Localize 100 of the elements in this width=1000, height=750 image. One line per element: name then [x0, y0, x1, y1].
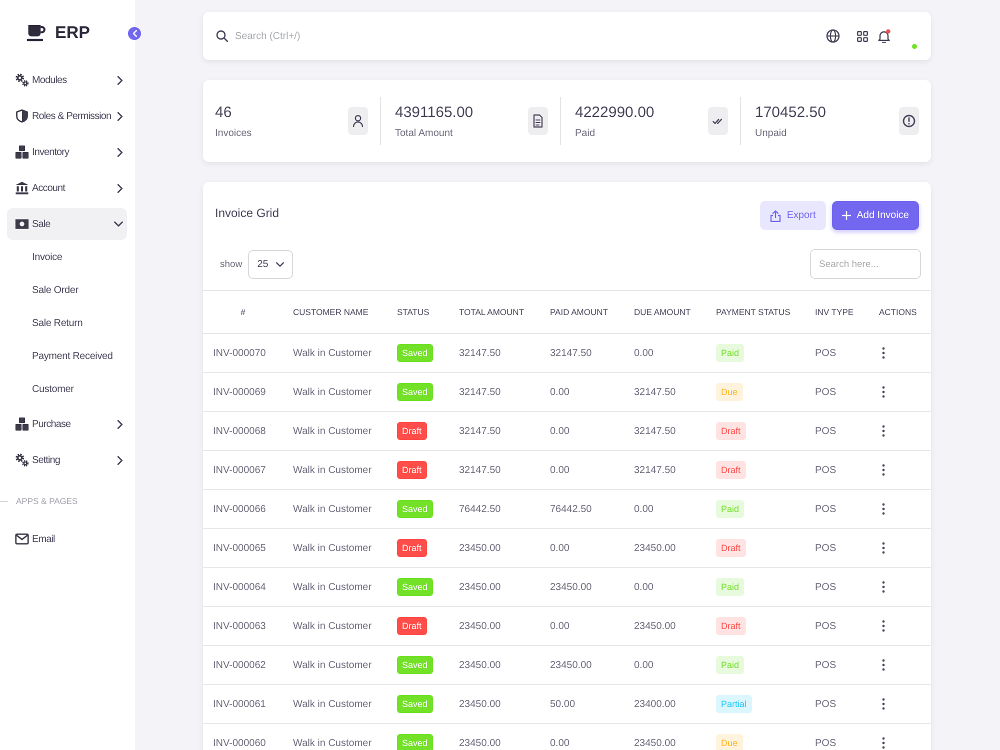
- sidebar-item[interactable]: Purchase: [7, 408, 127, 440]
- sidebar-item[interactable]: Setting: [7, 444, 127, 476]
- more-options-icon[interactable]: [882, 737, 885, 749]
- more-options-icon[interactable]: [882, 386, 885, 398]
- invoice-type: POS: [805, 450, 869, 490]
- more-options-icon[interactable]: [882, 659, 885, 671]
- column-header: CUSTOMER NAME: [283, 290, 387, 334]
- paid-amount: 50.00: [540, 684, 624, 724]
- total-amount: 76442.50: [449, 490, 540, 528]
- sidebar-item[interactable]: Sale: [7, 208, 127, 240]
- add-invoice-button[interactable]: Add Invoice: [832, 201, 919, 230]
- collapse-sidebar-button[interactable]: [128, 27, 141, 40]
- status-badge: Draft: [397, 617, 427, 635]
- grid-icon[interactable]: [857, 30, 868, 42]
- more-options-icon[interactable]: [882, 425, 885, 437]
- column-header: DUE AMOUNT: [624, 290, 706, 334]
- more-options-icon[interactable]: [882, 542, 885, 554]
- invoice-type: POS: [805, 684, 869, 724]
- chevron-right-icon: [117, 184, 123, 192]
- invoice-number: INV-000067: [203, 450, 283, 490]
- invoice-number: INV-000061: [203, 684, 283, 724]
- sidebar-item[interactable]: Email: [7, 523, 127, 555]
- stat-value: 170452.50: [755, 104, 826, 120]
- paid-amount: 0.00: [540, 724, 624, 750]
- payment-status-badge: Draft: [716, 461, 746, 479]
- status-badge: Saved: [397, 578, 433, 596]
- paid-amount: 32147.50: [540, 334, 624, 372]
- gears-icon: [15, 453, 29, 467]
- due-amount: 0.00: [624, 568, 706, 606]
- stat-label: Paid: [575, 128, 596, 138]
- paid-amount: 23450.00: [540, 568, 624, 606]
- more-options-icon[interactable]: [882, 581, 885, 593]
- invoice-number: INV-000069: [203, 372, 283, 412]
- submenu-item[interactable]: Invoice: [7, 243, 127, 272]
- export-icon: [770, 210, 781, 222]
- total-amount: 32147.50: [449, 334, 540, 372]
- due-amount: 0.00: [624, 646, 706, 684]
- customer-name: Walk in Customer: [283, 372, 387, 412]
- customer-name: Walk in Customer: [283, 724, 387, 750]
- payment-status-badge: Paid: [716, 344, 744, 362]
- search-icon: [216, 30, 228, 42]
- submenu-item[interactable]: Customer: [7, 375, 127, 404]
- more-options-icon[interactable]: [882, 347, 885, 359]
- due-amount: 23400.00: [624, 684, 706, 724]
- more-options-icon[interactable]: [882, 464, 885, 476]
- search-field[interactable]: Search (Ctrl+/): [235, 30, 826, 42]
- page-size-select[interactable]: 25: [248, 250, 294, 278]
- column-header: #: [203, 290, 283, 334]
- table-search-field[interactable]: Search here...: [810, 249, 921, 279]
- customer-name: Walk in Customer: [283, 646, 387, 684]
- total-amount: 23450.00: [449, 684, 540, 724]
- status-badge: Saved: [397, 383, 433, 401]
- invoice-number: INV-000068: [203, 412, 283, 450]
- page-size-label: show: [220, 258, 242, 270]
- payment-status-badge: Paid: [716, 578, 744, 596]
- payment-status-badge: Due: [716, 734, 743, 750]
- total-amount: 32147.50: [449, 412, 540, 450]
- column-header: PAID AMOUNT: [540, 290, 624, 334]
- invoice-type: POS: [805, 490, 869, 528]
- gears-icon: [15, 73, 29, 87]
- stat-value: 4391165.00: [395, 104, 474, 120]
- document-icon: [528, 107, 548, 135]
- section-heading: APPS & PAGES: [16, 496, 78, 506]
- customer-name: Walk in Customer: [283, 606, 387, 646]
- invoice-number: INV-000060: [203, 724, 283, 750]
- due-amount: 32147.50: [624, 372, 706, 412]
- submenu-item[interactable]: Sale Return: [7, 309, 127, 338]
- submenu-item[interactable]: Payment Received: [7, 342, 127, 371]
- bell-icon[interactable]: [877, 29, 891, 43]
- payment-status-badge: Due: [716, 383, 743, 401]
- due-amount: 23450.00: [624, 528, 706, 568]
- sidebar-item[interactable]: Modules: [7, 64, 127, 96]
- customer-name: Walk in Customer: [283, 528, 387, 568]
- due-amount: 0.00: [624, 490, 706, 528]
- submenu-item[interactable]: Sale Order: [7, 276, 127, 305]
- payment-status-badge: Draft: [716, 422, 746, 440]
- paid-amount: 0.00: [540, 528, 624, 568]
- card-title: Invoice Grid: [215, 206, 280, 220]
- status-badge: Draft: [397, 461, 427, 479]
- paid-amount: 0.00: [540, 606, 624, 646]
- more-options-icon[interactable]: [882, 698, 885, 710]
- customer-name: Walk in Customer: [283, 490, 387, 528]
- sidebar-item[interactable]: Inventory: [7, 136, 127, 168]
- customer-name: Walk in Customer: [283, 568, 387, 606]
- total-amount: 32147.50: [449, 450, 540, 490]
- column-header: TOTAL AMOUNT: [449, 290, 540, 334]
- invoice-type: POS: [805, 412, 869, 450]
- sidebar-item[interactable]: Account: [7, 172, 127, 204]
- globe-icon[interactable]: [826, 29, 840, 43]
- more-options-icon[interactable]: [882, 503, 885, 515]
- more-options-icon[interactable]: [882, 620, 885, 632]
- paid-amount: 0.00: [540, 372, 624, 412]
- stat-value: 4222990.00: [575, 104, 654, 120]
- status-badge: Draft: [397, 539, 427, 557]
- payment-status-badge: Partial: [716, 695, 752, 713]
- logo-text: ERP: [55, 23, 90, 43]
- invoice-number: INV-000066: [203, 490, 283, 528]
- chevron-right-icon: [117, 76, 123, 84]
- export-button[interactable]: Export: [760, 201, 826, 230]
- sidebar-item[interactable]: Roles & Permission: [7, 100, 127, 132]
